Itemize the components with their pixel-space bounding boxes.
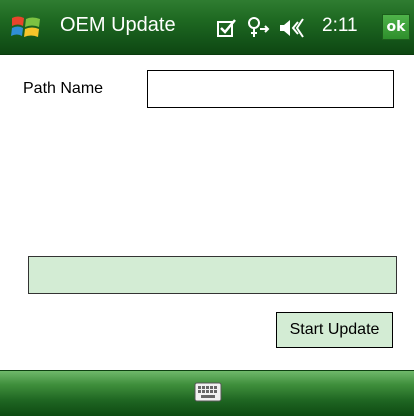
title-bar: OEM Update 2:11 ok (0, 0, 414, 55)
start-update-button[interactable]: Start Update (276, 312, 393, 348)
update-progress-bar (28, 256, 397, 294)
window-title: OEM Update (60, 14, 176, 36)
volume-icon[interactable] (278, 16, 308, 40)
softkey-bar (0, 370, 414, 416)
path-name-input[interactable] (147, 70, 394, 108)
windows-flag-icon[interactable] (10, 12, 42, 42)
task-checkbox-icon[interactable] (216, 17, 238, 39)
ok-button[interactable]: ok (382, 14, 410, 40)
clock[interactable]: 2:11 (322, 15, 358, 37)
connectivity-icon[interactable] (246, 15, 272, 41)
path-name-label: Path Name (23, 80, 104, 97)
keyboard-icon[interactable] (194, 382, 222, 402)
